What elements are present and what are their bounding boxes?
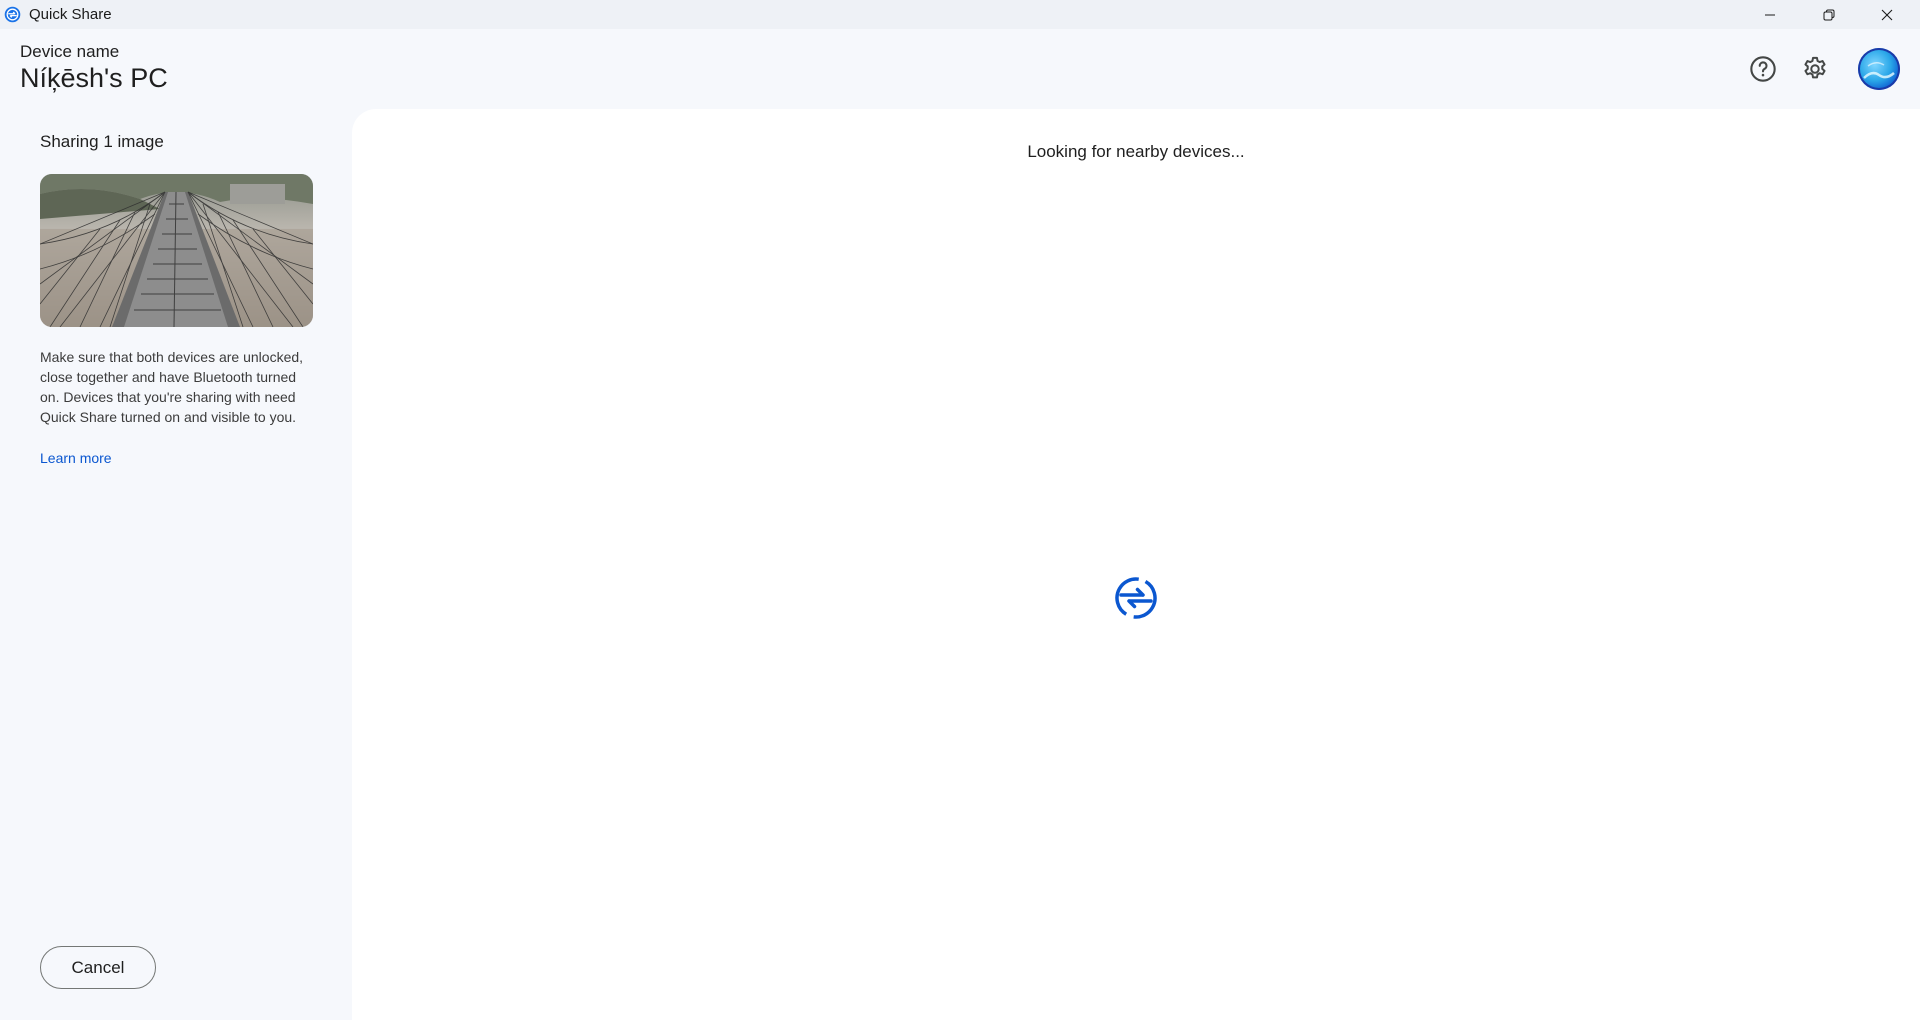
bridge-image <box>40 174 313 327</box>
device-name-label: Device name <box>20 42 120 61</box>
quick-share-icon <box>1115 577 1157 619</box>
cancel-button[interactable]: Cancel <box>40 946 156 989</box>
close-icon <box>1881 9 1893 20</box>
main-panel: Looking for nearby devices... <box>352 109 1920 1020</box>
close-button[interactable] <box>1858 0 1916 29</box>
title-bar: Quick Share <box>0 0 1920 29</box>
minimize-icon <box>1765 14 1775 15</box>
avatar-image <box>1863 62 1895 79</box>
restore-button[interactable] <box>1800 0 1858 29</box>
quick-share-app-icon <box>4 6 21 23</box>
learn-more-link[interactable]: Learn more <box>40 450 112 466</box>
settings-button[interactable] <box>1795 49 1835 89</box>
help-icon <box>1750 56 1776 82</box>
sharing-title: Sharing 1 image <box>40 132 164 151</box>
help-button[interactable] <box>1743 49 1783 89</box>
device-name: Níķēsh's PC <box>20 63 168 93</box>
sharing-instructions: Make sure that both devices are unlocked… <box>40 349 304 425</box>
account-avatar[interactable] <box>1858 48 1900 90</box>
minimize-button[interactable] <box>1741 0 1799 29</box>
shared-image-thumbnail <box>40 174 313 327</box>
settings-icon <box>1804 56 1826 79</box>
window-title: Quick Share <box>29 6 112 23</box>
restore-icon <box>1823 9 1835 20</box>
status-text: Looking for nearby devices... <box>1027 142 1245 161</box>
